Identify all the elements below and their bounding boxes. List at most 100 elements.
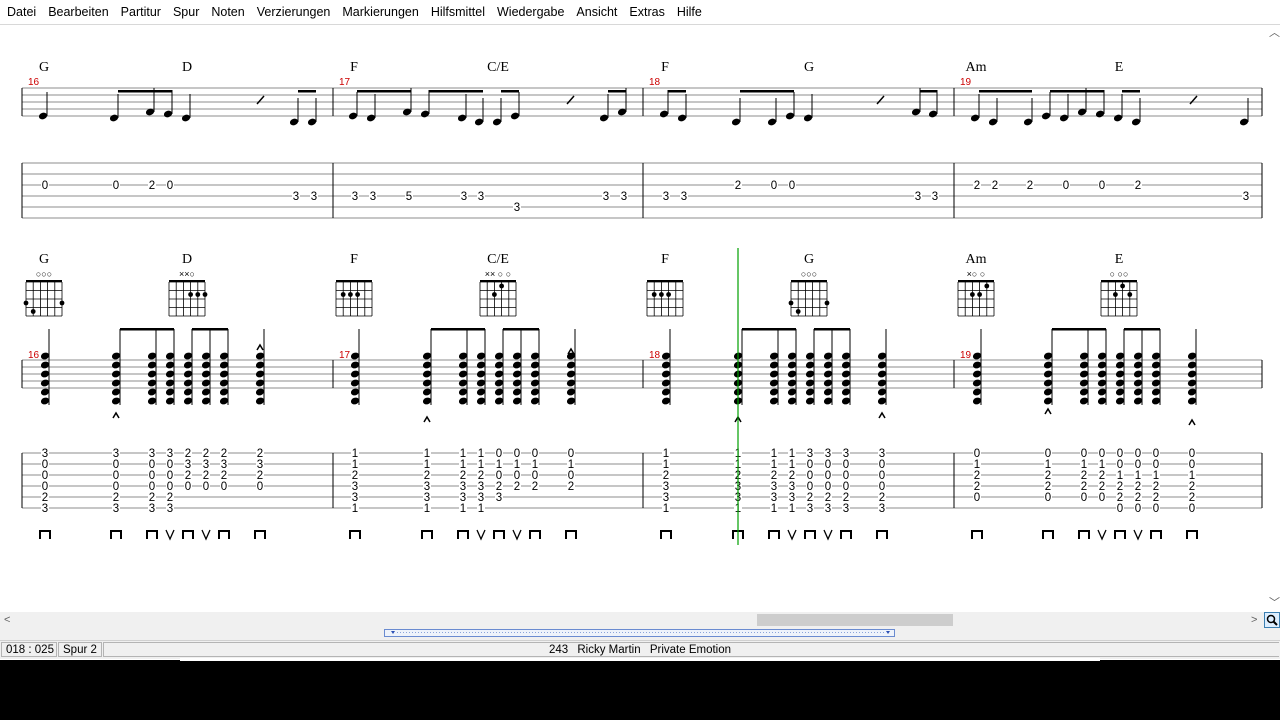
accent-mark	[1044, 407, 1052, 415]
chord-dot	[651, 292, 657, 297]
menu-hilfsmittel[interactable]: Hilfsmittel	[425, 0, 491, 24]
measure-number: 16	[28, 350, 40, 361]
song-title: Private Emotion	[649, 644, 732, 656]
tab-number: 3	[496, 492, 502, 504]
note-beam	[1050, 90, 1104, 93]
strum-down-icon	[768, 530, 780, 539]
chord-dot	[1120, 283, 1125, 289]
chord-name: E	[1115, 60, 1124, 75]
strum-up-icon	[201, 529, 211, 541]
strum-down-icon	[1114, 530, 1126, 539]
strum-down-icon	[804, 530, 816, 539]
tab-number: 1	[352, 503, 358, 515]
tab-number: 3	[1243, 191, 1249, 203]
note-beam	[668, 90, 686, 93]
tab-number: 3	[843, 503, 849, 515]
strum-down-icon	[1078, 530, 1090, 539]
tab-number: 3	[915, 191, 921, 203]
strum-down-icon	[182, 530, 194, 539]
measure-number: 17	[339, 77, 351, 88]
chord-dot	[30, 309, 36, 314]
chord-diagram	[479, 280, 517, 317]
chord-dot	[824, 300, 830, 306]
scroll-down-arrow-icon[interactable]: ﹀	[1269, 595, 1280, 611]
accent-mark	[112, 411, 120, 419]
strum-down-icon	[218, 530, 230, 539]
menu-extras[interactable]: Extras	[623, 0, 670, 24]
song-info: 243 Ricky Martin Private Emotion	[0, 643, 1280, 657]
song-position-slider[interactable]	[384, 629, 895, 637]
strum-down-icon	[660, 530, 672, 539]
scroll-left-arrow-icon[interactable]: <	[4, 612, 10, 628]
chord-open-strings: ×○ ○	[967, 269, 986, 279]
tab-number: 3	[807, 503, 813, 515]
chord-name: E	[1115, 252, 1124, 267]
horizontal-scroll-thumb[interactable]	[757, 614, 953, 626]
tab-number: 2	[568, 481, 574, 493]
strum-down-icon	[457, 530, 469, 539]
menu-datei[interactable]: Datei	[0, 0, 42, 24]
menu-partitur[interactable]: Partitur	[115, 0, 167, 24]
chord-dot	[202, 292, 208, 297]
menu-spur[interactable]: Spur	[167, 0, 205, 24]
zoom-button[interactable]	[1264, 612, 1280, 628]
strum-up-icon	[165, 529, 175, 541]
strum-up-icon	[787, 529, 797, 541]
chord-dot	[984, 283, 990, 289]
note-beam	[120, 328, 174, 331]
tab-number: 1	[460, 503, 466, 515]
chord-open-strings: ○○○	[801, 269, 817, 279]
tab-number: 2	[735, 180, 741, 192]
chord-dot	[659, 292, 664, 297]
menu-wiedergabe[interactable]: Wiedergabe	[491, 0, 570, 24]
position-markers-icon	[391, 631, 890, 634]
strum-down-icon	[39, 530, 51, 539]
menu-markierungen[interactable]: Markierungen	[336, 0, 424, 24]
tab-number: 3	[932, 191, 938, 203]
chord-dot	[788, 300, 794, 306]
note-beam	[298, 90, 316, 93]
menu-ansicht[interactable]: Ansicht	[570, 0, 623, 24]
tab-number: 0	[1189, 503, 1195, 515]
tab-number: 3	[825, 503, 831, 515]
chord-name: D	[182, 60, 192, 75]
tab-number: 3	[461, 191, 467, 203]
tab-number: 3	[603, 191, 609, 203]
tab-number: 2	[532, 481, 538, 493]
chord-name: Am	[966, 252, 987, 267]
menu-hilfe[interactable]: Hilfe	[671, 0, 708, 24]
tab-number: 3	[352, 191, 358, 203]
tab-number: 3	[663, 191, 669, 203]
score-view[interactable]: 16 G D 17 F C/E 18 F G 19 Am E 0 0 2 0 3 3 3 3 5 3 3 3 3 3 3 3 2 0 0 3 3…	[0, 25, 1266, 612]
measure-number: 19	[960, 77, 972, 88]
strum-up-icon	[476, 529, 486, 541]
vertical-scrollbar[interactable]: ︿ ﹀	[1266, 25, 1280, 612]
chord-diagram	[335, 280, 373, 317]
tab-number: 0	[257, 481, 263, 493]
chord-dot	[1113, 292, 1118, 297]
measure-number: 17	[339, 350, 351, 361]
strum-down-icon	[1150, 530, 1162, 539]
tab-number: 0	[1045, 492, 1051, 504]
horizontal-scrollbar[interactable]: < >	[0, 612, 1264, 628]
magnifier-icon	[1266, 614, 1278, 626]
menu-noten[interactable]: Noten	[205, 0, 250, 24]
tab-number: 1	[478, 503, 484, 515]
note-beam	[501, 90, 519, 93]
application-window: Datei Bearbeiten Partitur Spur Noten Verzieru…	[0, 0, 1280, 660]
tab-number: 0	[1063, 180, 1069, 192]
tab-number: 3	[113, 503, 119, 515]
scroll-up-arrow-icon[interactable]: ︿	[1269, 25, 1280, 41]
chord-name: F	[661, 60, 669, 75]
menu-bearbeiten[interactable]: Bearbeiten	[42, 0, 114, 24]
tab-number: 0	[185, 481, 191, 493]
note-beam	[740, 90, 794, 93]
note-beam	[814, 328, 850, 331]
chord-name: F	[350, 60, 358, 75]
chord-dot	[492, 292, 497, 297]
tab-number: 2	[1135, 180, 1141, 192]
scroll-right-arrow-icon[interactable]: >	[1251, 612, 1257, 628]
chord-dot	[795, 309, 801, 314]
menu-verzierungen[interactable]: Verzierungen	[251, 0, 337, 24]
score-notation[interactable]: 16G D17F C/E18F G19Am E0 0 2 03 3 3 3 5 3 333 3 3 32 0 03 3…	[0, 25, 1266, 612]
